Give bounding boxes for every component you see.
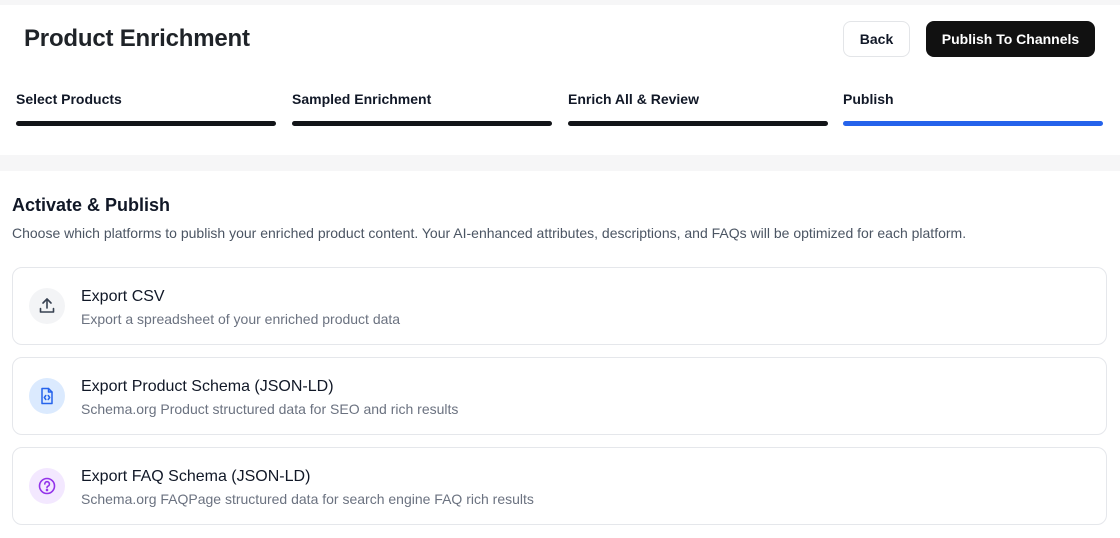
option-title: Export CSV (81, 288, 165, 305)
upload-icon (29, 288, 65, 324)
export-csv-option[interactable]: Export CSV Export a spreadsheet of your … (12, 267, 1107, 345)
stepper: Select Products Sampled Enrichment Enric… (16, 91, 1104, 131)
page-title: Product Enrichment (24, 25, 250, 52)
section-title: Activate & Publish (12, 195, 171, 215)
option-title: Export FAQ Schema (JSON-LD) (81, 468, 311, 485)
step-sampled-enrichment[interactable]: Sampled Enrichment (292, 91, 552, 131)
step-progress-bar (568, 121, 828, 126)
page-header: Product Enrichment Back Publish To Chann… (0, 5, 1120, 155)
option-description: Schema.org FAQPage structured data for s… (81, 491, 534, 507)
step-select-products[interactable]: Select Products (16, 91, 276, 131)
back-button[interactable]: Back (843, 21, 910, 57)
step-progress-bar (292, 121, 552, 126)
step-label: Select Products (16, 91, 122, 107)
step-progress-bar (16, 121, 276, 126)
step-label: Enrich All & Review (568, 91, 699, 107)
step-publish[interactable]: Publish (843, 91, 1103, 131)
step-enrich-all-review[interactable]: Enrich All & Review (568, 91, 828, 131)
question-circle-icon (29, 468, 65, 504)
code-file-icon (29, 378, 65, 414)
export-faq-schema-option[interactable]: Export FAQ Schema (JSON-LD) Schema.org F… (12, 447, 1107, 525)
step-progress-bar-active (843, 121, 1103, 126)
section-divider (0, 155, 1120, 171)
publish-to-channels-button[interactable]: Publish To Channels (926, 21, 1095, 57)
step-label: Publish (843, 91, 894, 107)
option-description: Schema.org Product structured data for S… (81, 401, 459, 417)
option-description: Export a spreadsheet of your enriched pr… (81, 311, 401, 327)
option-title: Export Product Schema (JSON-LD) (81, 378, 334, 395)
export-product-schema-option[interactable]: Export Product Schema (JSON-LD) Schema.o… (12, 357, 1107, 435)
section-description: Choose which platforms to publish your e… (12, 225, 967, 241)
step-label: Sampled Enrichment (292, 91, 432, 107)
